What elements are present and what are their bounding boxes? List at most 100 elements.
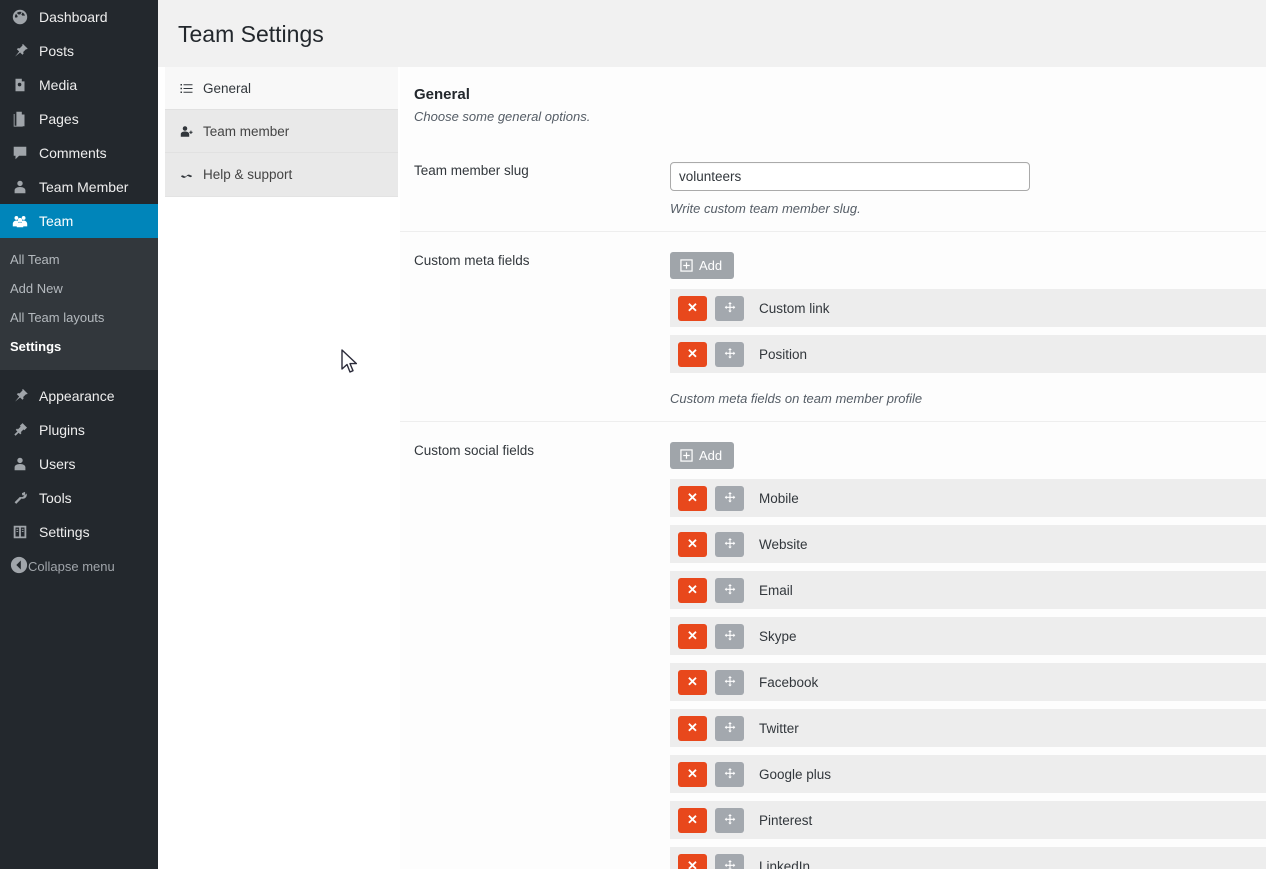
settings-panel: General Team member Help & support General… <box>158 67 1266 869</box>
settings-form-column: General Choose some general options. Tea… <box>400 67 1266 869</box>
sidebar-item-label: Appearance <box>39 379 115 413</box>
add-meta-field-label: Add <box>699 258 722 273</box>
sidebar-submenu-team: All TeamAdd NewAll Team layoutsSettings <box>0 238 158 370</box>
sidebar-item-team-member[interactable]: Team Member <box>0 170 158 204</box>
delete-social-field-button[interactable]: ✕ <box>678 808 707 833</box>
social-field-row-label: Website <box>759 537 808 552</box>
add-social-field-button[interactable]: Add <box>670 442 734 469</box>
drag-handle-icon[interactable] <box>715 532 744 557</box>
admin-screen: DashboardPostsMediaPagesCommentsTeam Mem… <box>0 0 1266 869</box>
tab-general[interactable]: General <box>165 67 398 110</box>
wrench-icon <box>10 488 30 508</box>
social-field-row: ✕ Skype <box>670 617 1266 655</box>
social-field-row-label: Pinterest <box>759 813 812 828</box>
field-label-custom-meta-fields: Custom meta fields <box>400 252 670 407</box>
section-title: General <box>414 85 1266 105</box>
add-social-field-label: Add <box>699 448 722 463</box>
field-description-custom-meta-fields: Custom meta fields on team member profil… <box>670 381 1266 407</box>
sidebar-item-collapse-menu[interactable]: Collapse menu <box>0 549 158 583</box>
add-grid-icon <box>680 449 693 462</box>
social-field-row-label: Skype <box>759 629 797 644</box>
sidebar-item-label: Settings <box>39 515 90 549</box>
sidebar-subitem-all-team-layouts[interactable]: All Team layouts <box>0 303 158 332</box>
delete-social-field-button[interactable]: ✕ <box>678 486 707 511</box>
social-field-row: ✕Email <box>670 571 1266 609</box>
social-field-row: ✕ Facebook <box>670 663 1266 701</box>
sidebar-subitem-settings[interactable]: Settings <box>0 332 158 361</box>
sidebar-item-tools[interactable]: Tools <box>0 481 158 515</box>
users-icon <box>10 454 30 474</box>
field-row-team-member-slug: Team member slug Write custom team membe… <box>400 127 1266 231</box>
sidebar-item-settings[interactable]: Settings <box>0 515 158 549</box>
sidebar-menu-top: DashboardPostsMediaPagesCommentsTeam Mem… <box>0 0 158 238</box>
field-control-custom-meta-fields: Add ✕ Custom link ✕ Position Custom meta fi… <box>670 252 1266 407</box>
dashboard-icon <box>10 7 30 27</box>
social-field-row: ✕ Pinterest <box>670 801 1266 839</box>
sidebar-item-posts[interactable]: Posts <box>0 34 158 68</box>
sidebar-item-label: Media <box>39 68 77 102</box>
social-field-row-label: LinkedIn <box>759 859 810 869</box>
sidebar-separator <box>0 370 158 379</box>
lifebuoy-icon <box>178 167 195 183</box>
comment-icon <box>10 143 30 163</box>
drag-handle-icon[interactable] <box>715 486 744 511</box>
social-field-row-label: Facebook <box>759 675 818 690</box>
meta-field-row-label: Custom link <box>759 301 830 316</box>
drag-handle-icon[interactable] <box>715 808 744 833</box>
social-field-row: ✕ LinkedIn <box>670 847 1266 869</box>
delete-social-field-button[interactable]: ✕ <box>678 670 707 695</box>
drag-handle-icon[interactable] <box>715 716 744 741</box>
delete-social-field-button[interactable]: ✕ <box>678 762 707 787</box>
drag-handle-icon[interactable] <box>715 624 744 649</box>
tab-label: Team member <box>203 124 289 139</box>
tab-team-member[interactable]: Team member <box>165 110 398 153</box>
sidebar-item-comments[interactable]: Comments <box>0 136 158 170</box>
tab-label: Help & support <box>203 167 292 182</box>
settings-tab-column: General Team member Help & support <box>165 67 398 869</box>
tab-help-support[interactable]: Help & support <box>165 153 398 196</box>
drag-handle-icon[interactable] <box>715 762 744 787</box>
field-control-team-member-slug: Write custom team member slug. <box>670 162 1266 217</box>
social-field-row: ✕ Mobile <box>670 479 1266 517</box>
add-meta-field-button[interactable]: Add <box>670 252 734 279</box>
delete-social-field-button[interactable]: ✕ <box>678 578 707 603</box>
sidebar-subitem-add-new[interactable]: Add New <box>0 274 158 303</box>
brush-icon <box>10 386 30 406</box>
drag-handle-icon[interactable] <box>715 296 744 321</box>
delete-meta-field-button[interactable]: ✕ <box>678 296 707 321</box>
team-member-slug-input[interactable] <box>670 162 1030 191</box>
collapse-arrow-icon <box>10 556 28 577</box>
sidebar-item-media[interactable]: Media <box>0 68 158 102</box>
social-field-row-label: Google plus <box>759 767 831 782</box>
sidebar-item-label: Team <box>39 204 73 238</box>
sidebar-subitem-all-team[interactable]: All Team <box>0 245 158 274</box>
delete-social-field-button[interactable]: ✕ <box>678 624 707 649</box>
sidebar-item-users[interactable]: Users <box>0 447 158 481</box>
user-icon <box>10 177 30 197</box>
field-control-custom-social-fields: Add ✕Mobile✕Website✕Email✕Skype✕Facebook… <box>670 442 1266 869</box>
sidebar-item-pages[interactable]: Pages <box>0 102 158 136</box>
drag-handle-icon[interactable] <box>715 670 744 695</box>
meta-field-row-label: Position <box>759 347 807 362</box>
drag-handle-icon[interactable] <box>715 342 744 367</box>
sidebar-item-label: Team Member <box>39 170 128 204</box>
sidebar-item-label: Dashboard <box>39 0 108 34</box>
main-content: Team Settings GeneralTeam memberHelp & s… <box>158 0 1266 869</box>
sidebar-item-team[interactable]: Team <box>0 204 158 238</box>
drag-handle-icon[interactable] <box>715 854 744 869</box>
delete-social-field-button[interactable]: ✕ <box>678 532 707 557</box>
drag-handle-icon[interactable] <box>715 578 744 603</box>
pages-icon <box>10 109 30 129</box>
delete-social-field-button[interactable]: ✕ <box>678 716 707 741</box>
sidebar-item-appearance[interactable]: Appearance <box>0 379 158 413</box>
social-field-row-label: Mobile <box>759 491 799 506</box>
sidebar-item-plugins[interactable]: Plugins <box>0 413 158 447</box>
social-field-row: ✕ Google plus <box>670 755 1266 793</box>
plug-icon <box>10 420 30 440</box>
sliders-icon <box>10 522 30 542</box>
sidebar-item-dashboard[interactable]: Dashboard <box>0 0 158 34</box>
delete-social-field-button[interactable]: ✕ <box>678 854 707 869</box>
delete-meta-field-button[interactable]: ✕ <box>678 342 707 367</box>
field-row-custom-meta-fields: Custom meta fields Add <box>400 231 1266 421</box>
social-field-row: ✕Twitter <box>670 709 1266 747</box>
